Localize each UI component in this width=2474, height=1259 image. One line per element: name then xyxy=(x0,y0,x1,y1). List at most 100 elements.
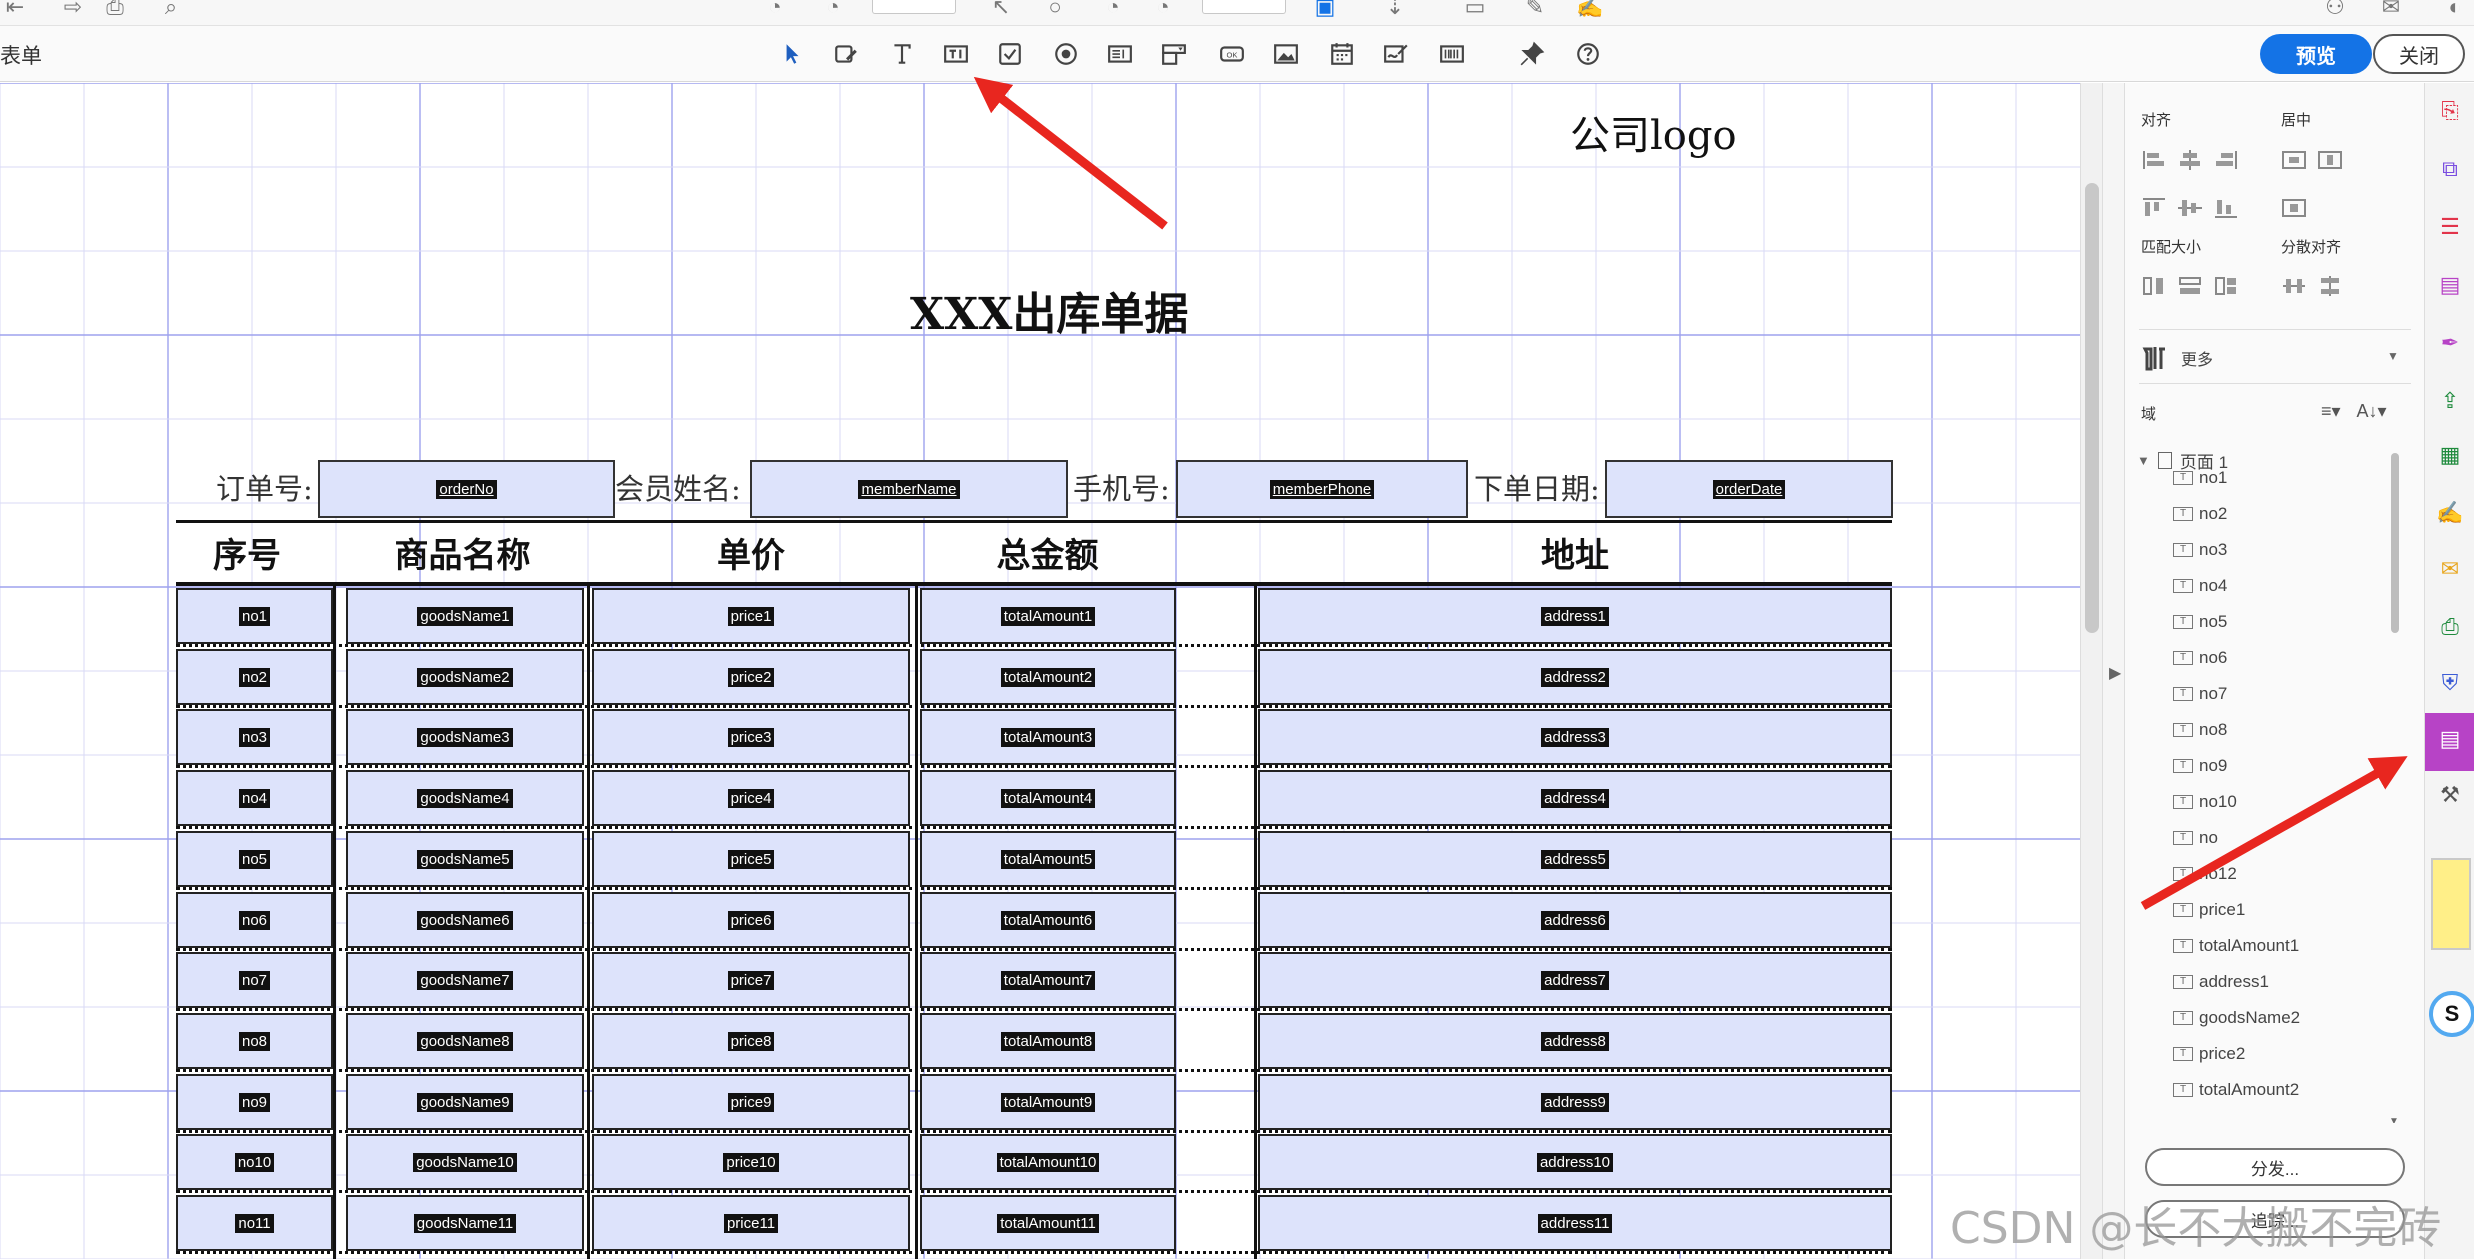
table-cell-field[interactable]: price2 xyxy=(592,649,910,705)
table-cell-field[interactable]: goodsName10 xyxy=(346,1134,584,1190)
zoom-out-icon[interactable]: ◔ xyxy=(1098,0,1128,18)
distribute-vertical-icon[interactable] xyxy=(2317,275,2343,297)
order-date-field[interactable]: orderDate xyxy=(1605,460,1893,518)
table-cell-field[interactable]: no3 xyxy=(176,709,333,765)
highlight-top-icon[interactable]: ✎ xyxy=(1520,0,1550,18)
table-cell-field[interactable]: price1 xyxy=(592,588,910,644)
mail-icon[interactable]: ✉ xyxy=(2376,0,2406,18)
table-cell-field[interactable]: totalAmount2 xyxy=(920,649,1176,705)
assistant-icon[interactable]: S xyxy=(2429,991,2474,1037)
table-cell-field[interactable]: address9 xyxy=(1258,1074,1892,1130)
table-cell-field[interactable]: no1 xyxy=(176,588,333,644)
table-cell-field[interactable]: goodsName9 xyxy=(346,1074,584,1130)
chevron-up-icon[interactable]: ▲ xyxy=(2389,443,2399,446)
table-cell-field[interactable]: goodsName1 xyxy=(346,588,584,644)
excel-icon[interactable]: ▦ xyxy=(2434,439,2466,471)
edit-pdf-icon[interactable]: ▤ xyxy=(2434,269,2466,301)
table-cell-field[interactable]: goodsName2 xyxy=(346,649,584,705)
table-cell-field[interactable]: address2 xyxy=(1258,649,1892,705)
table-cell-field[interactable]: address5 xyxy=(1258,831,1892,887)
dropdown-icon[interactable] xyxy=(1158,38,1190,70)
tree-field-item[interactable]: TtotalAmount2 xyxy=(2173,1073,2299,1107)
cursor-icon[interactable]: ↖ xyxy=(986,0,1016,18)
panel-collapse-strip[interactable]: ▶ xyxy=(2102,83,2124,1259)
document-canvas[interactable]: 公司logo XXX出库单据 订单号: orderNo 会员姓名: member… xyxy=(0,83,2080,1259)
print-production-icon[interactable]: ⎙ xyxy=(2434,611,2466,643)
tree-field-item[interactable]: Tno7 xyxy=(2173,677,2227,711)
tree-scroll-thumb[interactable] xyxy=(2391,453,2399,633)
match-width-icon[interactable] xyxy=(2141,275,2167,297)
chevron-down-icon[interactable]: ▼ xyxy=(2389,1116,2399,1123)
select-arrow-icon[interactable] xyxy=(776,38,808,70)
page-number-box[interactable] xyxy=(872,0,956,14)
checkbox-icon[interactable] xyxy=(994,38,1026,70)
table-cell-field[interactable]: goodsName8 xyxy=(346,1013,584,1069)
account-icon[interactable]: ◐ xyxy=(2440,0,2470,18)
more-tools-row[interactable]: 更多 xyxy=(2141,345,2213,371)
table-cell-field[interactable]: totalAmount8 xyxy=(920,1013,1176,1069)
table-cell-field[interactable]: price3 xyxy=(592,709,910,765)
match-height-icon[interactable] xyxy=(2177,275,2203,297)
table-cell-field[interactable]: goodsName3 xyxy=(346,709,584,765)
align-right-icon[interactable] xyxy=(2213,149,2239,171)
align-bottom-icon[interactable] xyxy=(2213,197,2239,219)
comment-top-icon[interactable]: ▭ xyxy=(1460,0,1490,18)
sort-list-icon[interactable]: ≡▾ xyxy=(2321,401,2341,422)
tree-field-item[interactable]: Tno2 xyxy=(2173,497,2227,531)
tree-scrollbar[interactable]: ▲ ▼ xyxy=(2389,443,2401,1123)
table-cell-field[interactable]: no4 xyxy=(176,770,333,826)
table-cell-field[interactable]: no10 xyxy=(176,1134,333,1190)
table-cell-field[interactable]: price6 xyxy=(592,892,910,948)
table-cell-field[interactable]: goodsName6 xyxy=(346,892,584,948)
text-tool-icon[interactable] xyxy=(886,38,918,70)
table-cell-field[interactable]: goodsName7 xyxy=(346,952,584,1008)
canvas-scrollbar[interactable] xyxy=(2080,83,2102,1259)
organize-pages-icon[interactable]: ☰ xyxy=(2434,211,2466,243)
tree-field-item[interactable]: Tno3 xyxy=(2173,533,2227,567)
zoom-box[interactable] xyxy=(1202,0,1286,14)
help-icon[interactable] xyxy=(1572,38,1604,70)
match-both-icon[interactable] xyxy=(2213,275,2239,297)
tree-field-item[interactable]: Tno10 xyxy=(2173,785,2237,819)
table-cell-field[interactable]: totalAmount3 xyxy=(920,709,1176,765)
tree-field-item[interactable]: Tno8 xyxy=(2173,713,2227,747)
comment-icon[interactable]: ✉ xyxy=(2434,553,2466,585)
edit-form-icon[interactable] xyxy=(830,38,862,70)
table-cell-field[interactable]: totalAmount4 xyxy=(920,770,1176,826)
table-cell-field[interactable]: address7 xyxy=(1258,952,1892,1008)
tree-field-item[interactable]: Tprice1 xyxy=(2173,893,2245,927)
image-field-icon[interactable] xyxy=(1270,38,1302,70)
table-cell-field[interactable]: totalAmount5 xyxy=(920,831,1176,887)
distribute-button[interactable]: 分发... xyxy=(2145,1148,2405,1186)
table-cell-field[interactable]: no8 xyxy=(176,1013,333,1069)
page-thumbnail[interactable] xyxy=(2431,858,2471,950)
tree-field-item[interactable]: Tno5 xyxy=(2173,605,2227,639)
close-button[interactable]: 关闭 xyxy=(2373,34,2465,74)
table-cell-field[interactable]: price10 xyxy=(592,1134,910,1190)
table-cell-field[interactable]: address1 xyxy=(1258,588,1892,644)
distribute-horizontal-icon[interactable] xyxy=(2281,275,2307,297)
date-field-icon[interactable] xyxy=(1326,38,1358,70)
table-cell-field[interactable]: totalAmount10 xyxy=(920,1134,1176,1190)
sign-top-icon[interactable]: ✍ xyxy=(1575,0,1605,18)
zoom-in-icon[interactable]: ◔ xyxy=(1148,0,1178,18)
prepare-form-icon[interactable]: ▤ xyxy=(2434,723,2466,755)
table-cell-field[interactable]: totalAmount1 xyxy=(920,588,1176,644)
tree-field-item[interactable]: Tno1 xyxy=(2173,461,2227,495)
member-name-field[interactable]: memberName xyxy=(750,460,1068,518)
table-cell-field[interactable]: price8 xyxy=(592,1013,910,1069)
table-cell-field[interactable]: no11 xyxy=(176,1195,333,1251)
table-cell-field[interactable]: address3 xyxy=(1258,709,1892,765)
table-cell-field[interactable]: totalAmount11 xyxy=(920,1195,1176,1251)
table-cell-field[interactable]: goodsName11 xyxy=(346,1195,584,1251)
chevron-down-icon[interactable]: ▼ xyxy=(2387,349,2399,363)
tree-field-item[interactable]: TtotalAmount1 xyxy=(2173,929,2299,963)
tree-field-item[interactable]: Tno6 xyxy=(2173,641,2227,675)
share-user-icon[interactable]: ⚇ xyxy=(2320,0,2350,18)
page-down-icon[interactable]: ◔ xyxy=(818,0,848,18)
table-cell-field[interactable]: no2 xyxy=(176,649,333,705)
align-v-center-icon[interactable] xyxy=(2177,197,2203,219)
create-pdf-icon[interactable]: ⎘ xyxy=(2434,95,2466,127)
request-signature-icon[interactable]: ✍ xyxy=(2434,497,2466,529)
table-cell-field[interactable]: no6 xyxy=(176,892,333,948)
